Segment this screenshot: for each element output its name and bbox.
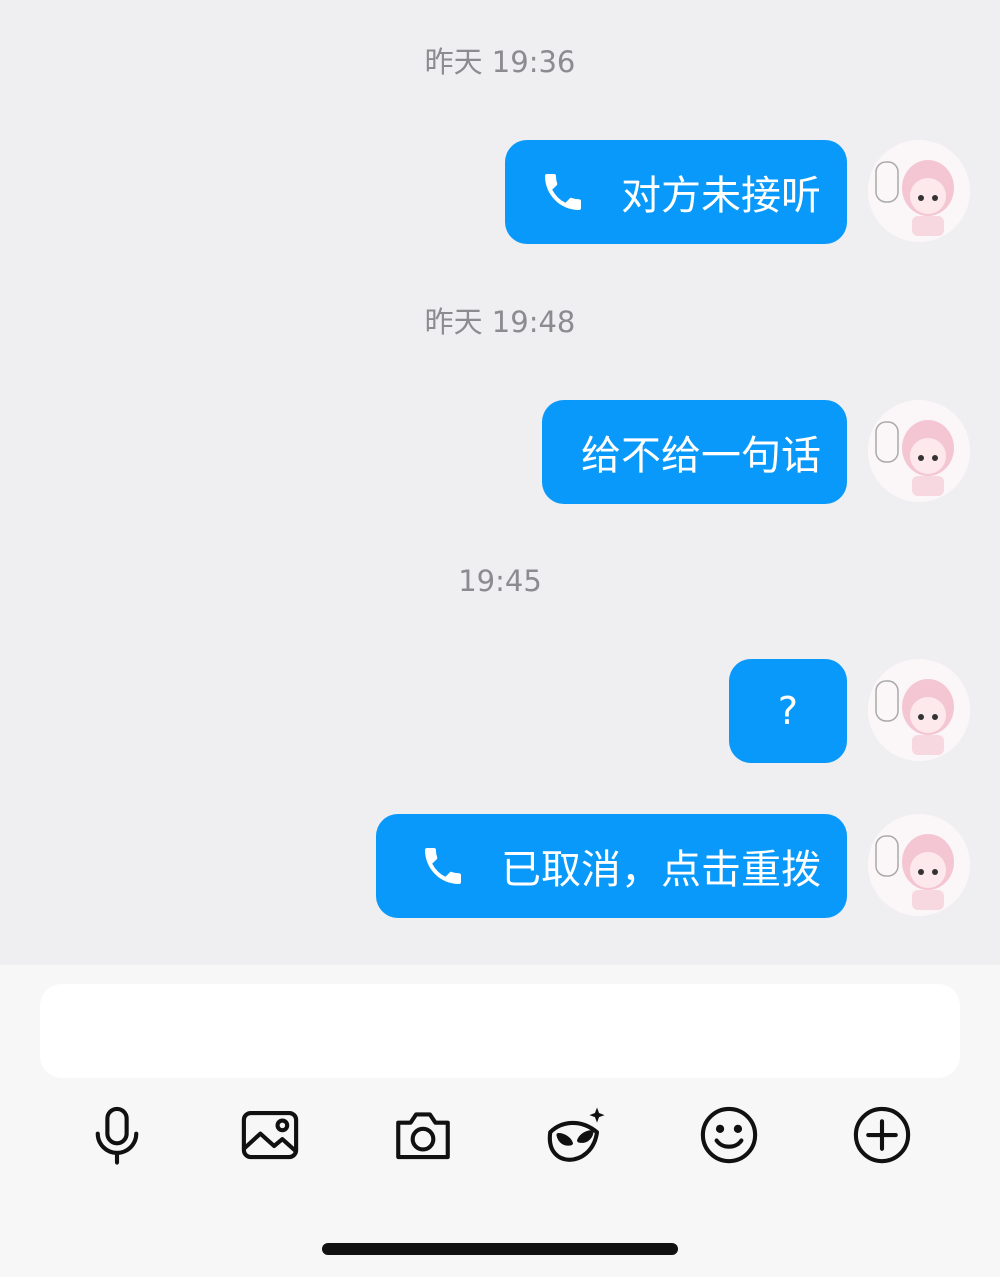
avatar[interactable]: [868, 140, 970, 242]
message-bubble[interactable]: ?: [729, 659, 847, 763]
message-text: 给不给一句话: [581, 433, 821, 479]
microphone-icon[interactable]: [82, 1100, 152, 1170]
message-text: 对方未接听: [621, 173, 821, 219]
chat-area: 昨天 19:36 对方未接听 昨天 19:48 给不给一句话 19:45 ? 已…: [0, 0, 1000, 965]
phone-icon: [419, 842, 467, 890]
message-text: 已取消，点击重拨: [501, 847, 821, 893]
phone-icon: [539, 168, 587, 216]
message-bubble[interactable]: 给不给一句话: [542, 400, 847, 504]
timestamp: 19:45: [458, 564, 542, 598]
smile-icon[interactable]: [694, 1100, 764, 1170]
mask-sparkle-icon[interactable]: [540, 1100, 610, 1170]
call-message-bubble[interactable]: 已取消，点击重拨: [376, 814, 847, 918]
message-input[interactable]: [40, 984, 960, 1078]
avatar[interactable]: [868, 814, 970, 916]
home-indicator[interactable]: [322, 1243, 678, 1255]
call-message-bubble[interactable]: 对方未接听: [505, 140, 847, 244]
message-text: ?: [777, 689, 799, 733]
timestamp: 昨天 19:48: [424, 305, 576, 339]
plus-circle-icon[interactable]: [847, 1100, 917, 1170]
camera-icon[interactable]: [388, 1100, 458, 1170]
avatar[interactable]: [868, 400, 970, 502]
image-icon[interactable]: [235, 1100, 305, 1170]
timestamp: 昨天 19:36: [424, 45, 576, 79]
avatar[interactable]: [868, 659, 970, 761]
